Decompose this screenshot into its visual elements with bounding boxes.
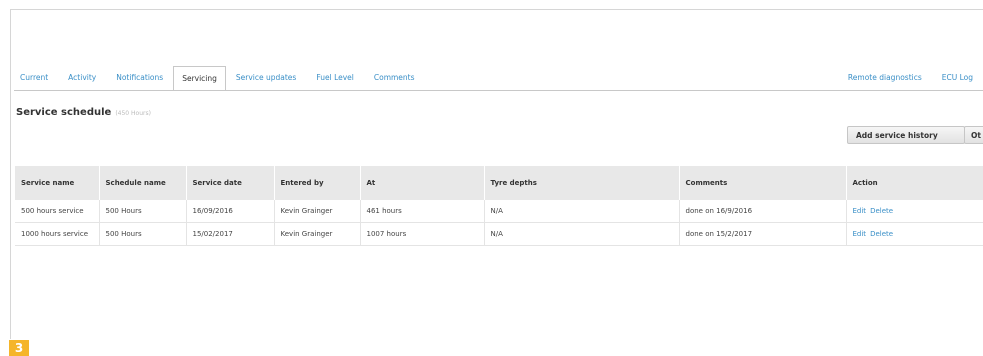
cell-tyre-depths: N/A bbox=[484, 222, 680, 246]
column-header-action: Action bbox=[846, 166, 983, 200]
cell-entered-by: Kevin Grainger bbox=[274, 200, 361, 223]
other-button[interactable]: Ot bbox=[964, 126, 983, 144]
cell-action: Edit Delete bbox=[846, 222, 983, 246]
edit-link[interactable]: Edit bbox=[853, 230, 867, 238]
tab-remote-diagnostics[interactable]: Remote diagnostics bbox=[838, 73, 932, 90]
tab-ecu-log[interactable]: ECU Log bbox=[932, 73, 983, 90]
cell-service-name: 1000 hours service bbox=[15, 222, 100, 246]
column-header-service-name[interactable]: Service name bbox=[15, 166, 100, 200]
cell-service-date: 16/09/2016 bbox=[186, 200, 275, 223]
column-header-entered-by[interactable]: Entered by bbox=[274, 166, 361, 200]
tab-comments[interactable]: Comments bbox=[364, 73, 425, 90]
table-row: 1000 hours service 500 Hours 15/02/2017 … bbox=[15, 222, 983, 246]
column-header-tyre-depths[interactable]: Tyre depths bbox=[484, 166, 680, 200]
tab-service-updates[interactable]: Service updates bbox=[226, 73, 306, 90]
cell-schedule-name: 500 Hours bbox=[99, 222, 187, 246]
tab-divider bbox=[14, 90, 983, 91]
tab-activity[interactable]: Activity bbox=[58, 73, 106, 90]
tab-current[interactable]: Current bbox=[14, 73, 58, 90]
tab-bar: Current Activity Notifications Servicing… bbox=[14, 64, 983, 91]
cell-entered-by: Kevin Grainger bbox=[274, 222, 361, 246]
edit-link[interactable]: Edit bbox=[853, 207, 867, 215]
cell-at: 461 hours bbox=[360, 200, 485, 223]
section-subtitle: (450 Hours) bbox=[115, 110, 151, 117]
cell-comments: done on 15/2/2017 bbox=[679, 222, 847, 246]
column-header-schedule-name[interactable]: Schedule name bbox=[99, 166, 187, 200]
cell-action: Edit Delete bbox=[846, 200, 983, 223]
tab-fuel-level[interactable]: Fuel Level bbox=[306, 73, 364, 90]
delete-link[interactable]: Delete bbox=[870, 207, 893, 215]
service-schedule-table: Service name Schedule name Service date … bbox=[15, 166, 983, 246]
cell-comments: done on 16/9/2016 bbox=[679, 200, 847, 223]
cell-at: 1007 hours bbox=[360, 222, 485, 246]
table-row: 500 hours service 500 Hours 16/09/2016 K… bbox=[15, 200, 983, 223]
section-title: Service schedule (450 Hours) bbox=[16, 107, 151, 118]
section-title-text: Service schedule bbox=[16, 107, 112, 118]
tab-notifications[interactable]: Notifications bbox=[106, 73, 173, 90]
column-header-service-date[interactable]: Service date bbox=[186, 166, 275, 200]
add-service-history-button[interactable]: Add service history bbox=[847, 126, 965, 144]
cell-tyre-depths: N/A bbox=[484, 200, 680, 223]
cell-service-name: 500 hours service bbox=[15, 200, 100, 223]
column-header-at[interactable]: At bbox=[360, 166, 485, 200]
delete-link[interactable]: Delete bbox=[870, 230, 893, 238]
cell-schedule-name: 500 Hours bbox=[99, 200, 187, 223]
figure-number-badge: 3 bbox=[9, 340, 29, 356]
table-header-row: Service name Schedule name Service date … bbox=[15, 166, 983, 200]
tab-servicing[interactable]: Servicing bbox=[173, 66, 226, 91]
column-header-comments[interactable]: Comments bbox=[679, 166, 847, 200]
cell-service-date: 15/02/2017 bbox=[186, 222, 275, 246]
